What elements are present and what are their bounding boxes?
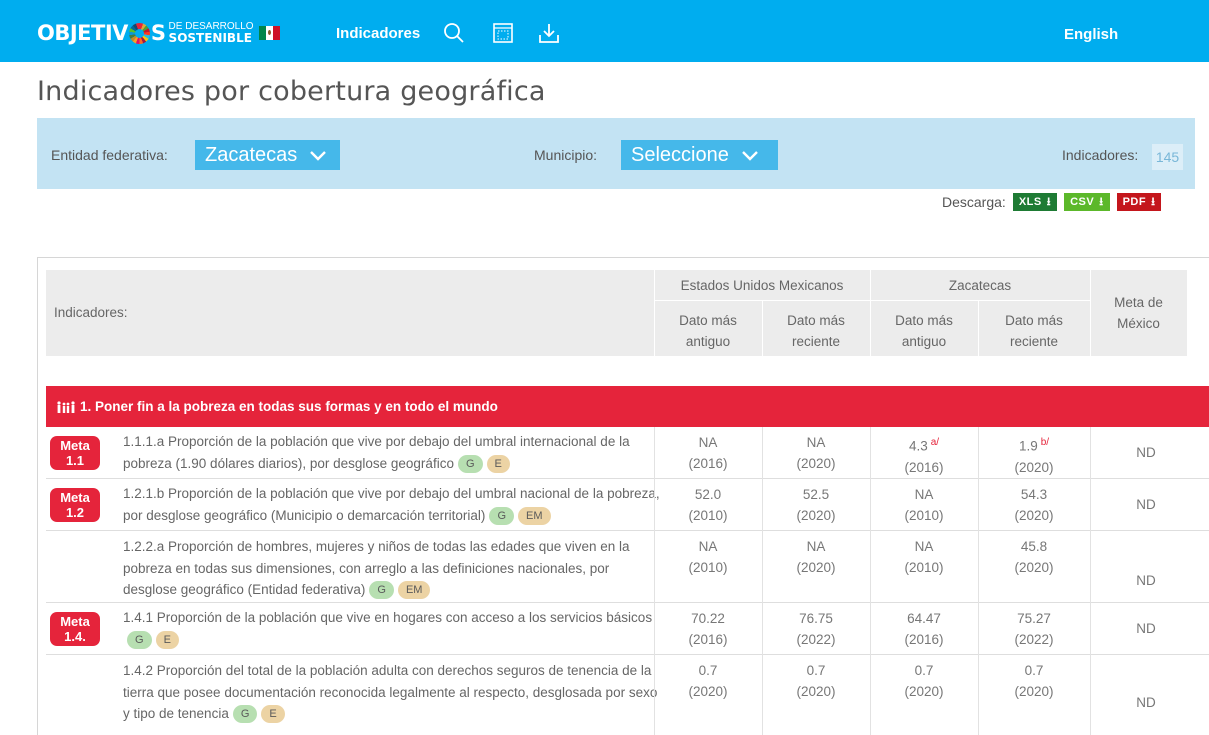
tag-entity-municipal: EM: [518, 506, 551, 525]
indicator-text[interactable]: 1.2.1.b Proporción de la población que v…: [123, 483, 663, 526]
cell-national-recent: 52.5 (2020): [796, 487, 836, 523]
cell-state-oldest: 0.7 (2020): [904, 663, 944, 699]
language-english-link[interactable]: English: [1064, 26, 1118, 43]
col-national-recent: Dato más reciente: [787, 313, 845, 349]
tag-geographic: G: [232, 705, 258, 723]
download-csv-button[interactable]: CSV ⭳: [1064, 193, 1110, 211]
cell-national-recent: NA (2020): [796, 539, 836, 575]
download-icon[interactable]: [538, 22, 560, 44]
cell-state-recent: 45.8 (2020): [1014, 539, 1054, 575]
goal-1-header[interactable]: 1. Poner fin a la pobreza en todas sus f…: [46, 386, 1209, 427]
cell-national-oldest: 52.0 (2010): [688, 487, 728, 523]
col-indicadores: Indicadores:: [54, 305, 128, 320]
logo-subtitle: DE DESARROLLO SOSTENIBLE: [168, 22, 254, 45]
tag-geographic: G: [127, 630, 152, 649]
cell-meta-mexico: ND: [1136, 497, 1156, 512]
entidad-select[interactable]: Zacatecas: [195, 140, 340, 170]
meta-badge[interactable]: Meta 1.2: [50, 488, 100, 522]
chevron-down-icon: [741, 151, 758, 161]
table-row: Meta 1.1 1.1.1.a Proporción de la poblaci…: [46, 427, 1209, 479]
nav-indicadores-link[interactable]: Indicadores: [336, 25, 420, 42]
cell-meta-mexico: ND: [1136, 695, 1156, 710]
page-title: Indicadores por cobertura geográfica: [37, 76, 546, 107]
cell-national-oldest: NA (2016): [688, 435, 728, 471]
download-xls-label: XLS: [1018, 196, 1042, 208]
footnote-link[interactable]: a/: [931, 437, 939, 448]
tag-geographic: G: [489, 506, 514, 525]
municipio-select-value: Seleccione: [631, 143, 729, 166]
tag-entity: E: [155, 630, 179, 649]
download-csv-label: CSV: [1070, 196, 1095, 208]
cell-state-recent: 75.27 (2022): [1014, 611, 1054, 647]
indicator-text[interactable]: 1.2.2.a Proporción de hombres, mujeres y…: [123, 536, 663, 601]
chevron-down-icon: [310, 151, 327, 161]
arrow-down-icon: ⭳: [1046, 195, 1052, 208]
col-state-oldest: Dato más antiguo: [895, 313, 953, 349]
top-navbar: OBJETIV S DE DESARROLLO SOSTENIBLE Indic…: [0, 0, 1209, 62]
table-row: 1.2.2.a Proporción de hombres, mujeres y…: [46, 531, 1209, 603]
calendar-icon[interactable]: [492, 22, 514, 44]
logo-subtitle-line2: SOSTENIBLE: [168, 31, 252, 45]
cell-state-oldest: NA (2010): [904, 487, 944, 523]
mexico-flag-icon: [258, 26, 280, 40]
cell-meta-mexico: ND: [1136, 621, 1156, 636]
municipio-label: Municipio:: [534, 147, 598, 163]
cell-state-recent: 54.3 (2020): [1014, 487, 1054, 523]
indicator-text[interactable]: 1.4.1 Proporción de la población que viv…: [123, 607, 663, 650]
sdg-wheel-icon: [128, 22, 150, 44]
col-group-national: Estados Unidos Mexicanos: [680, 278, 844, 293]
cell-state-oldest: NA (2010): [904, 539, 944, 575]
cell-national-oldest: NA (2010): [688, 539, 728, 575]
download-pdf-button[interactable]: PDF ⭳: [1116, 193, 1162, 211]
cell-state-recent: 1.9 b/(2020): [1014, 437, 1054, 475]
indicator-text[interactable]: 1.4.2 Proporción del total de la poblaci…: [123, 660, 663, 725]
search-icon[interactable]: [443, 22, 465, 44]
entidad-select-value: Zacatecas: [205, 143, 298, 166]
table-row: Meta 1.4. 1.4.1 Proporción de la població…: [46, 603, 1209, 655]
tag-entity: E: [486, 454, 510, 473]
table-row: 1.4.2 Proporción del total de la poblaci…: [46, 655, 1209, 735]
col-group-state: Zacatecas: [948, 278, 1012, 293]
cell-state-recent: 0.7 (2020): [1014, 663, 1054, 699]
indicator-count-label: Indicadores:: [1062, 147, 1139, 163]
table-header: Indicadores: Estados Unidos Mexicanos Za…: [46, 270, 1187, 356]
col-state-recent: Dato más reciente: [1005, 313, 1063, 349]
indicator-count-badge: 145: [1152, 144, 1183, 170]
goal-1-title: 1. Poner fin a la pobreza en todas sus f…: [80, 399, 498, 414]
logo-text-objetiv: OBJETIV: [37, 21, 128, 45]
cell-national-recent: 76.75 (2022): [796, 611, 836, 647]
cell-national-recent: 0.7 (2020): [796, 663, 836, 699]
cell-state-oldest: 4.3 a/(2016): [904, 437, 944, 475]
footnote-link[interactable]: b/: [1041, 437, 1049, 448]
logo-text-s: S: [150, 21, 166, 45]
col-national-oldest: Dato más antiguo: [679, 313, 737, 349]
indicator-text[interactable]: 1.1.1.a Proporción de la población que v…: [123, 431, 663, 474]
download-bar: Descarga: XLS ⭳ CSV ⭳ PDF ⭳: [942, 193, 1162, 211]
download-label: Descarga:: [942, 194, 1006, 210]
indicators-table: Indicadores: Estados Unidos Mexicanos Za…: [37, 257, 1209, 735]
entidad-label: Entidad federativa:: [51, 147, 168, 163]
cell-meta-mexico: ND: [1136, 445, 1156, 460]
cell-national-oldest: 70.22 (2016): [688, 611, 728, 647]
cell-state-oldest: 64.47 (2016): [904, 611, 944, 647]
municipio-select[interactable]: Seleccione: [621, 140, 778, 170]
cell-national-recent: NA (2020): [796, 435, 836, 471]
tag-geographic: G: [457, 454, 483, 473]
col-meta-mexico: Meta de México: [1114, 295, 1163, 331]
family-icon: [57, 400, 75, 413]
arrow-down-icon: ⭳: [1099, 195, 1104, 208]
meta-badge[interactable]: Meta 1.4.: [50, 612, 100, 646]
download-pdf-label: PDF: [1122, 196, 1147, 208]
tag-entity-municipal: EM: [397, 581, 431, 599]
meta-badge[interactable]: Meta 1.1: [50, 436, 100, 470]
tag-geographic: G: [369, 581, 394, 599]
cell-meta-mexico: ND: [1136, 573, 1156, 588]
arrow-down-icon: ⭳: [1151, 195, 1156, 208]
sdg-logo[interactable]: OBJETIV S DE DESARROLLO SOSTENIBLE: [37, 18, 280, 48]
download-xls-button[interactable]: XLS ⭳: [1012, 193, 1058, 211]
cell-national-oldest: 0.7 (2020): [688, 663, 728, 699]
filter-bar: Entidad federativa: Zacatecas Municipio:…: [37, 118, 1195, 189]
table-row: Meta 1.2 1.2.1.b Proporción de la poblaci…: [46, 479, 1209, 531]
tag-entity: E: [261, 705, 285, 723]
